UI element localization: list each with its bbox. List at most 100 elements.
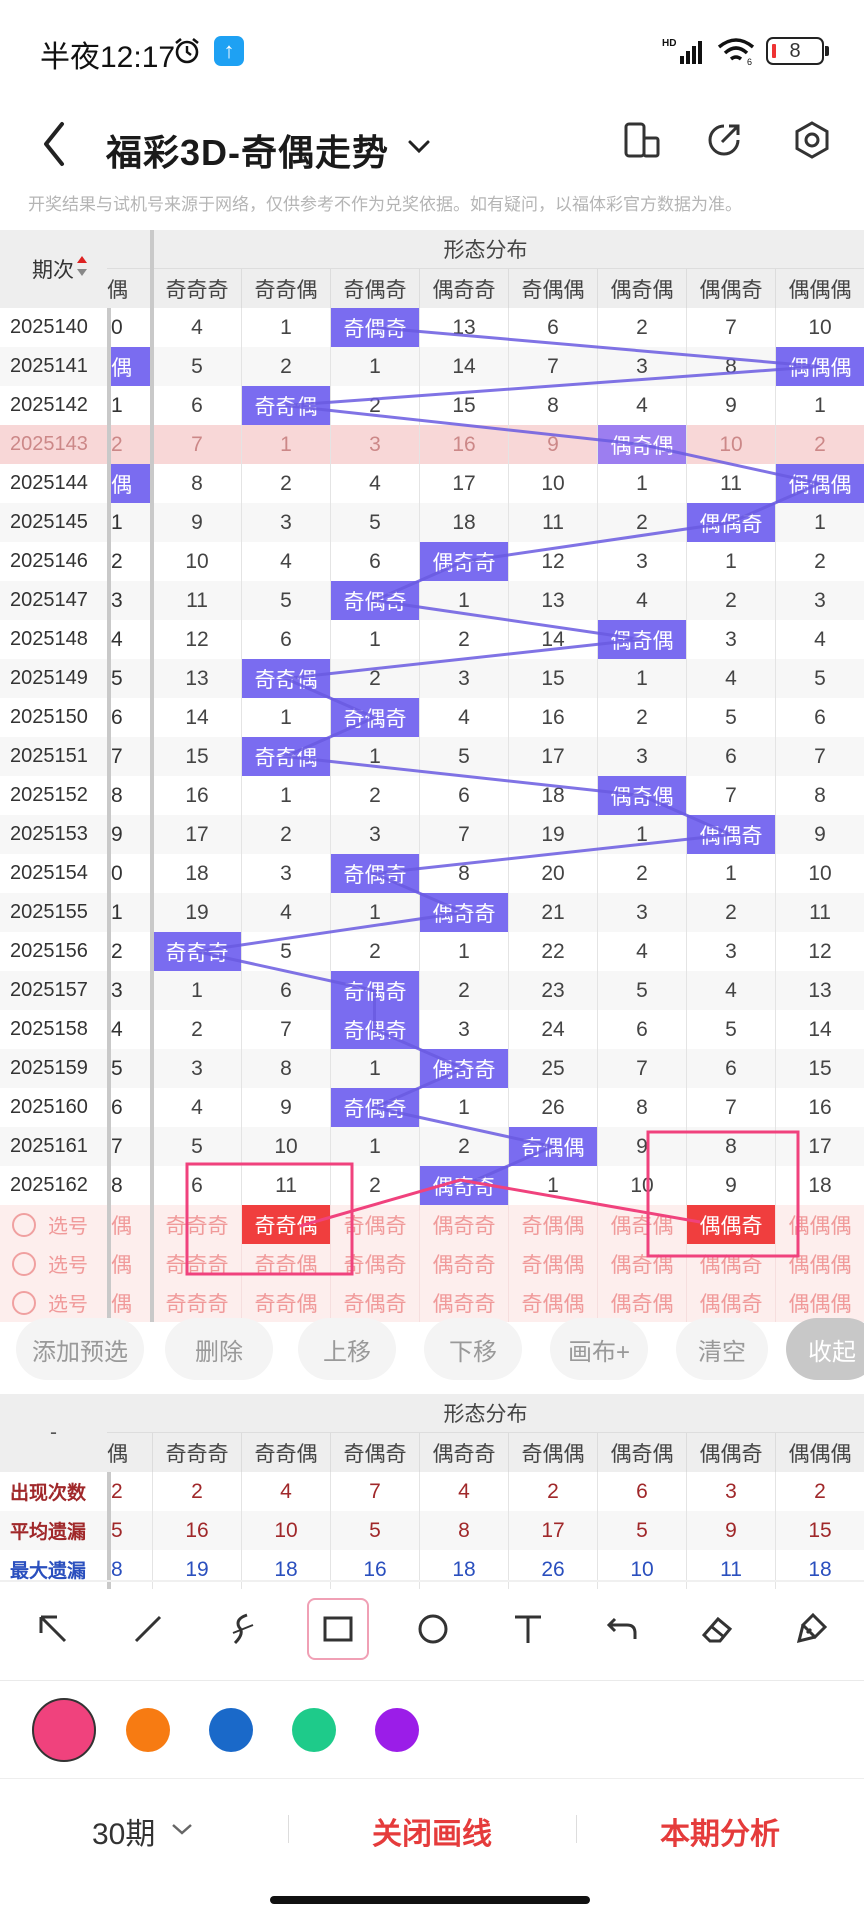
action-button[interactable]: 清空 bbox=[676, 1318, 768, 1380]
selection-option[interactable]: 偶奇偶 bbox=[597, 1283, 686, 1322]
omission-cell[interactable]: 3 bbox=[597, 347, 686, 386]
rectangle-icon[interactable] bbox=[307, 1598, 369, 1660]
omission-cell[interactable]: 14 bbox=[152, 698, 241, 737]
omission-cell[interactable]: 8 bbox=[152, 464, 241, 503]
hit-cell[interactable]: 偶奇奇 bbox=[419, 1049, 508, 1088]
omission-cell[interactable]: 13 bbox=[419, 308, 508, 347]
omission-cell[interactable]: 6 bbox=[419, 776, 508, 815]
omission-cell[interactable]: 17 bbox=[152, 815, 241, 854]
select-number-control[interactable]: 选号 bbox=[0, 1244, 107, 1283]
freehand-icon[interactable] bbox=[212, 1598, 274, 1660]
layout-toggle-icon[interactable] bbox=[620, 118, 664, 162]
omission-cell[interactable]: 4 bbox=[686, 659, 775, 698]
table-row[interactable]: 2025140 0 4 1 奇偶奇 13 6 2 7 10 bbox=[0, 308, 864, 347]
hit-cell[interactable]: 奇奇偶 bbox=[241, 386, 330, 425]
omission-cell[interactable]: 2 bbox=[419, 971, 508, 1010]
omission-cell[interactable]: 3 bbox=[686, 932, 775, 971]
hit-cell[interactable]: 奇偶奇 bbox=[330, 581, 419, 620]
table-row[interactable]: 2025155 1 19 4 1 偶奇奇 21 3 2 11 bbox=[0, 893, 864, 932]
clear-brush-icon[interactable] bbox=[782, 1598, 844, 1660]
omission-cell[interactable]: 1 bbox=[419, 581, 508, 620]
omission-cell[interactable]: 2 bbox=[330, 776, 419, 815]
omission-cell[interactable]: 10 bbox=[508, 464, 597, 503]
omission-cell[interactable]: 3 bbox=[686, 620, 775, 659]
omission-cell[interactable]: 2 bbox=[775, 542, 864, 581]
omission-cell[interactable]: 7 bbox=[508, 347, 597, 386]
selection-option[interactable]: 偶偶偶 bbox=[775, 1244, 864, 1283]
omission-cell[interactable]: 8 bbox=[241, 1049, 330, 1088]
hit-cell[interactable]: 奇偶奇 bbox=[330, 854, 419, 893]
omission-cell[interactable]: 2 bbox=[597, 698, 686, 737]
selection-option[interactable]: 偶偶奇 bbox=[686, 1283, 775, 1322]
omission-cell[interactable]: 9 bbox=[686, 1166, 775, 1205]
omission-cell[interactable]: 18 bbox=[419, 503, 508, 542]
omission-cell[interactable]: 13 bbox=[152, 659, 241, 698]
omission-cell[interactable]: 3 bbox=[419, 659, 508, 698]
selection-option[interactable]: 偶奇奇 bbox=[419, 1205, 508, 1244]
omission-cell[interactable]: 5 bbox=[686, 698, 775, 737]
omission-cell[interactable]: 1 bbox=[419, 932, 508, 971]
text-icon[interactable] bbox=[497, 1598, 559, 1660]
radio-icon[interactable] bbox=[12, 1290, 36, 1315]
omission-cell[interactable]: 18 bbox=[775, 1166, 864, 1205]
omission-cell[interactable]: 2 bbox=[241, 464, 330, 503]
omission-cell[interactable]: 7 bbox=[152, 425, 241, 464]
omission-cell[interactable]: 4 bbox=[241, 893, 330, 932]
omission-cell[interactable]: 6 bbox=[241, 971, 330, 1010]
selection-option[interactable]: 偶奇偶 bbox=[597, 1244, 686, 1283]
hit-cell[interactable]: 偶奇偶 bbox=[597, 776, 686, 815]
omission-cell[interactable]: 3 bbox=[241, 503, 330, 542]
selection-option[interactable]: 奇奇偶 bbox=[241, 1283, 330, 1322]
action-button[interactable]: 添加预选 bbox=[16, 1318, 144, 1380]
omission-cell[interactable]: 16 bbox=[419, 425, 508, 464]
omission-cell[interactable]: 7 bbox=[597, 1049, 686, 1088]
omission-cell[interactable]: 24 bbox=[508, 1010, 597, 1049]
omission-cell[interactable]: 2 bbox=[686, 581, 775, 620]
omission-cell[interactable]: 5 bbox=[597, 971, 686, 1010]
omission-cell[interactable]: 3 bbox=[330, 815, 419, 854]
omission-cell[interactable]: 16 bbox=[775, 1088, 864, 1127]
hit-cell[interactable]: 偶奇奇 bbox=[419, 542, 508, 581]
omission-cell[interactable]: 6 bbox=[330, 542, 419, 581]
hit-cell[interactable]: 奇偶奇 bbox=[330, 698, 419, 737]
omission-cell[interactable]: 4 bbox=[597, 386, 686, 425]
omission-cell[interactable]: 6 bbox=[152, 1166, 241, 1205]
omission-cell[interactable]: 5 bbox=[152, 347, 241, 386]
table-row[interactable]: 2025159 5 3 8 1 偶奇奇 25 7 6 15 bbox=[0, 1049, 864, 1088]
omission-cell[interactable]: 11 bbox=[775, 893, 864, 932]
omission-cell[interactable]: 2 bbox=[330, 659, 419, 698]
omission-cell[interactable]: 9 bbox=[597, 1127, 686, 1166]
issue-header-cell[interactable]: 期次 bbox=[0, 230, 107, 308]
selection-option[interactable]: 奇偶奇 bbox=[330, 1244, 419, 1283]
omission-cell[interactable]: 6 bbox=[686, 737, 775, 776]
omission-cell[interactable]: 3 bbox=[330, 425, 419, 464]
omission-cell[interactable]: 11 bbox=[241, 1166, 330, 1205]
period-selector[interactable]: 30期 bbox=[92, 1809, 155, 1853]
omission-cell[interactable]: 2 bbox=[330, 386, 419, 425]
selection-option[interactable]: 奇奇偶 bbox=[241, 1244, 330, 1283]
omission-cell[interactable]: 11 bbox=[508, 503, 597, 542]
omission-cell[interactable]: 2 bbox=[597, 308, 686, 347]
hit-cell[interactable]: 奇奇偶 bbox=[241, 659, 330, 698]
omission-cell[interactable]: 3 bbox=[597, 893, 686, 932]
omission-cell[interactable]: 10 bbox=[775, 854, 864, 893]
settings-icon[interactable] bbox=[790, 118, 834, 162]
selection-option[interactable]: 偶奇奇 bbox=[419, 1283, 508, 1322]
eraser-icon[interactable] bbox=[687, 1598, 749, 1660]
action-button[interactable]: 下移 bbox=[424, 1318, 522, 1380]
omission-cell[interactable]: 6 bbox=[597, 1010, 686, 1049]
table-row[interactable]: 2025150 6 14 1 奇偶奇 4 16 2 5 6 bbox=[0, 698, 864, 737]
omission-cell[interactable]: 7 bbox=[241, 1010, 330, 1049]
omission-cell[interactable]: 8 bbox=[419, 854, 508, 893]
hit-cell[interactable]: 奇偶奇 bbox=[330, 1010, 419, 1049]
omission-cell[interactable]: 21 bbox=[508, 893, 597, 932]
omission-cell[interactable]: 15 bbox=[152, 737, 241, 776]
omission-cell[interactable]: 18 bbox=[508, 776, 597, 815]
omission-cell[interactable]: 4 bbox=[775, 620, 864, 659]
omission-cell[interactable]: 23 bbox=[508, 971, 597, 1010]
table-row[interactable]: 2025143 2 7 1 3 16 9 偶奇偶 10 2 bbox=[0, 425, 864, 464]
omission-cell[interactable]: 1 bbox=[419, 1088, 508, 1127]
selection-option[interactable]: 奇奇奇 bbox=[152, 1205, 241, 1244]
table-row[interactable]: 2025149 5 13 奇奇偶 2 3 15 1 4 5 bbox=[0, 659, 864, 698]
omission-cell[interactable]: 2 bbox=[330, 932, 419, 971]
